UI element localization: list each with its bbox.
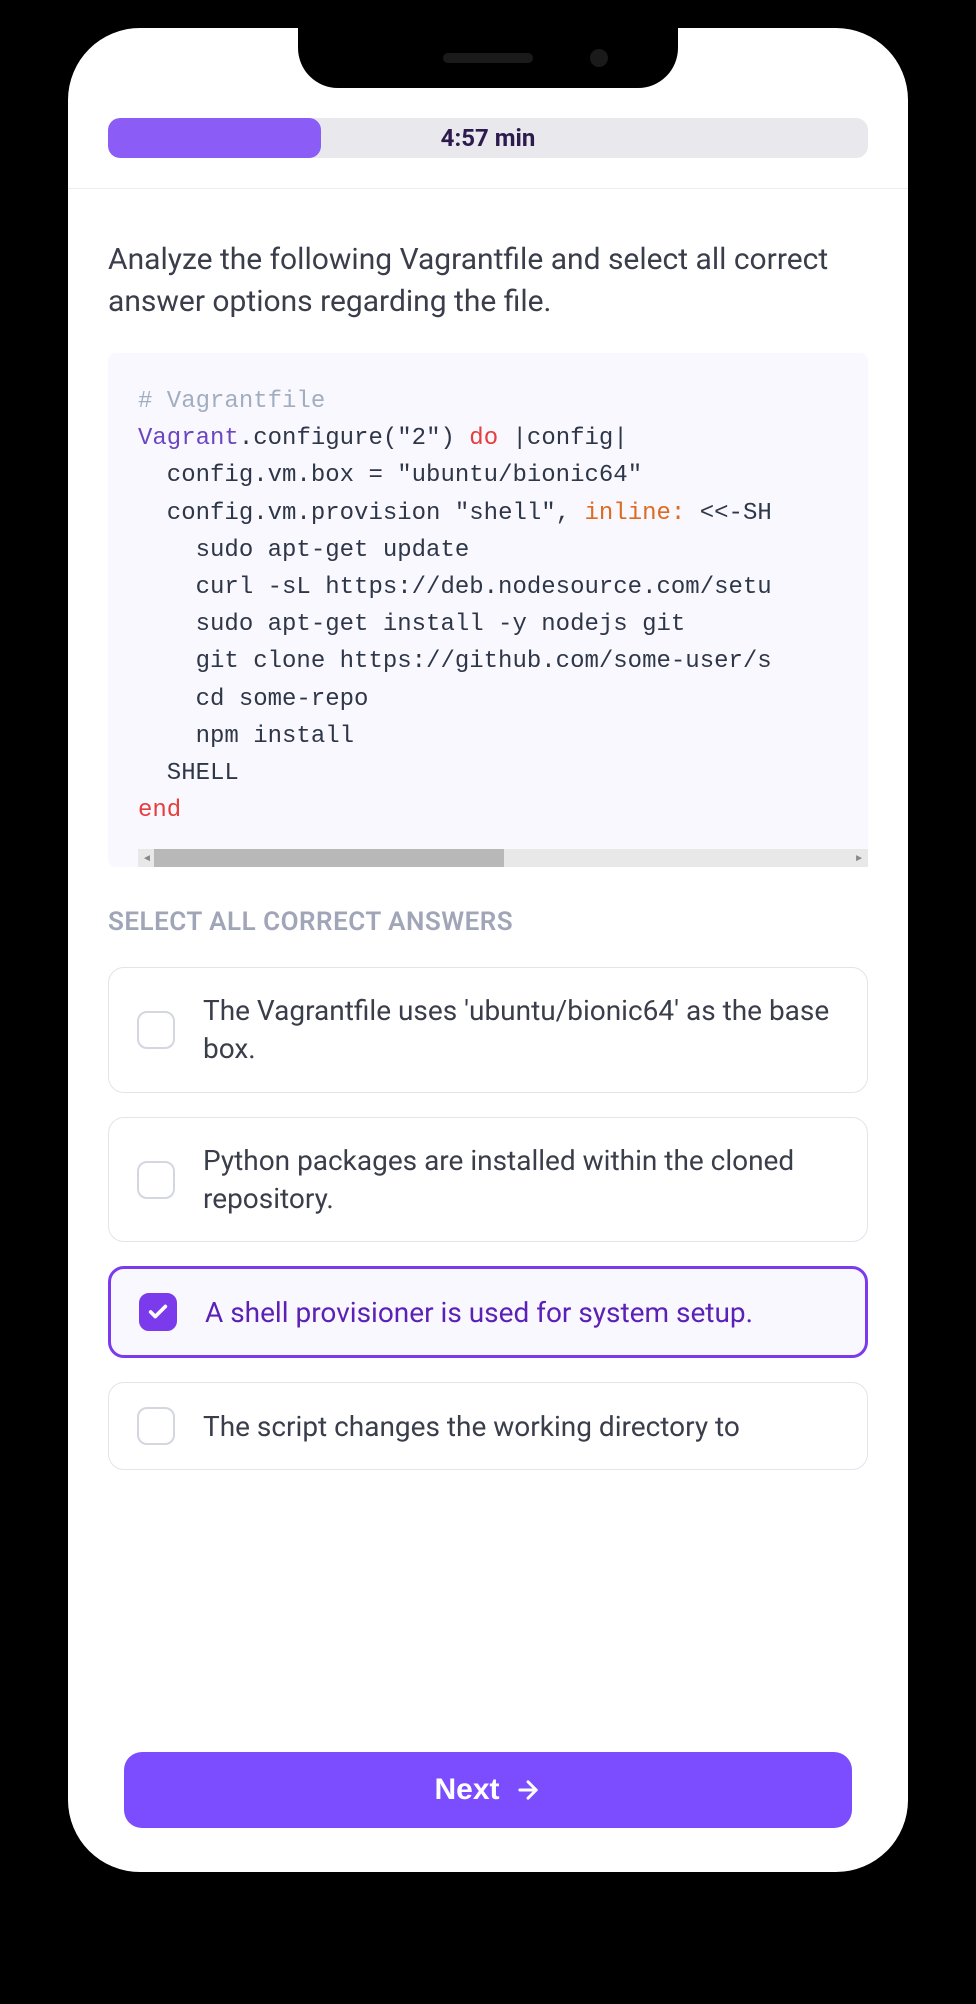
timer-text: 4:57 min: [441, 124, 536, 152]
code-token: curl -sL https://deb.nodesource.com/setu: [138, 574, 772, 601]
answer-option-4[interactable]: The script changes the working directory…: [108, 1382, 868, 1470]
next-button-label: Next: [434, 1773, 499, 1807]
checkbox-unchecked[interactable]: [137, 1161, 175, 1199]
answer-option-2[interactable]: Python packages are installed within the…: [108, 1117, 868, 1243]
code-token: do: [469, 425, 498, 452]
code-token: "ubuntu/bionic64": [397, 462, 642, 489]
answer-option-3[interactable]: A shell provisioner is used for system s…: [108, 1266, 868, 1358]
code-token: ): [440, 425, 469, 452]
checkbox-checked[interactable]: [139, 1293, 177, 1331]
code-token: sudo apt-get update: [138, 537, 469, 564]
notch-speaker: [443, 53, 533, 63]
instruction-label: SELECT ALL CORRECT ANSWERS: [108, 907, 868, 937]
progress-section: 4:57 min: [68, 118, 908, 188]
code-token: "shell": [455, 500, 556, 527]
option-text: The Vagrantfile uses 'ubuntu/bionic64' a…: [203, 992, 839, 1068]
code-token: config.vm.box =: [138, 462, 397, 489]
code-token: SHELL: [138, 760, 239, 787]
scrollbar-arrow-left-icon[interactable]: ◄: [142, 853, 152, 864]
arrow-right-icon: [514, 1776, 542, 1804]
progress-fill: [108, 118, 321, 158]
code-comment: # Vagrantfile: [138, 388, 325, 415]
code-token: inline:: [585, 500, 686, 527]
code-token: npm install: [138, 723, 354, 750]
code-token: .configure(: [239, 425, 397, 452]
option-text: The script changes the working directory…: [203, 1408, 740, 1446]
phone-notch: [298, 28, 678, 88]
code-token: config.vm.provision: [138, 500, 455, 527]
phone-screen: 4:57 min Analyze the following Vagrantfi…: [68, 28, 908, 1872]
scrollbar-thumb[interactable]: [154, 849, 504, 867]
option-text: A shell provisioner is used for system s…: [205, 1294, 753, 1332]
code-token: ,: [556, 500, 585, 527]
code-token: "2": [397, 425, 440, 452]
code-token: <<-SH: [685, 500, 771, 527]
progress-bar: 4:57 min: [108, 118, 868, 158]
next-button[interactable]: Next: [124, 1752, 852, 1828]
code-token: sudo apt-get install -y nodejs git: [138, 611, 685, 638]
notch-camera: [590, 49, 608, 67]
code-token: end: [138, 797, 181, 824]
answer-option-1[interactable]: The Vagrantfile uses 'ubuntu/bionic64' a…: [108, 967, 868, 1093]
code-token: git clone https://github.com/some-user/s: [138, 648, 772, 675]
code-block: # Vagrantfile Vagrant.configure("2") do …: [108, 353, 868, 867]
code-content: # Vagrantfile Vagrant.configure("2") do …: [138, 383, 868, 849]
check-icon: [147, 1301, 169, 1323]
scrollbar-arrow-right-icon[interactable]: ►: [854, 853, 864, 864]
horizontal-scrollbar[interactable]: ◄ ►: [138, 849, 868, 867]
question-area: Analyze the following Vagrantfile and se…: [68, 189, 908, 1872]
checkbox-unchecked[interactable]: [137, 1407, 175, 1445]
content-area: 4:57 min Analyze the following Vagrantfi…: [68, 28, 908, 1872]
question-text: Analyze the following Vagrantfile and se…: [108, 239, 868, 323]
code-token: Vagrant: [138, 425, 239, 452]
footer: Next: [124, 1752, 852, 1828]
code-token: cd some-repo: [138, 686, 368, 713]
checkbox-unchecked[interactable]: [137, 1011, 175, 1049]
code-token: |config|: [498, 425, 628, 452]
phone-frame: 4:57 min Analyze the following Vagrantfi…: [40, 0, 936, 1900]
option-text: Python packages are installed within the…: [203, 1142, 839, 1218]
